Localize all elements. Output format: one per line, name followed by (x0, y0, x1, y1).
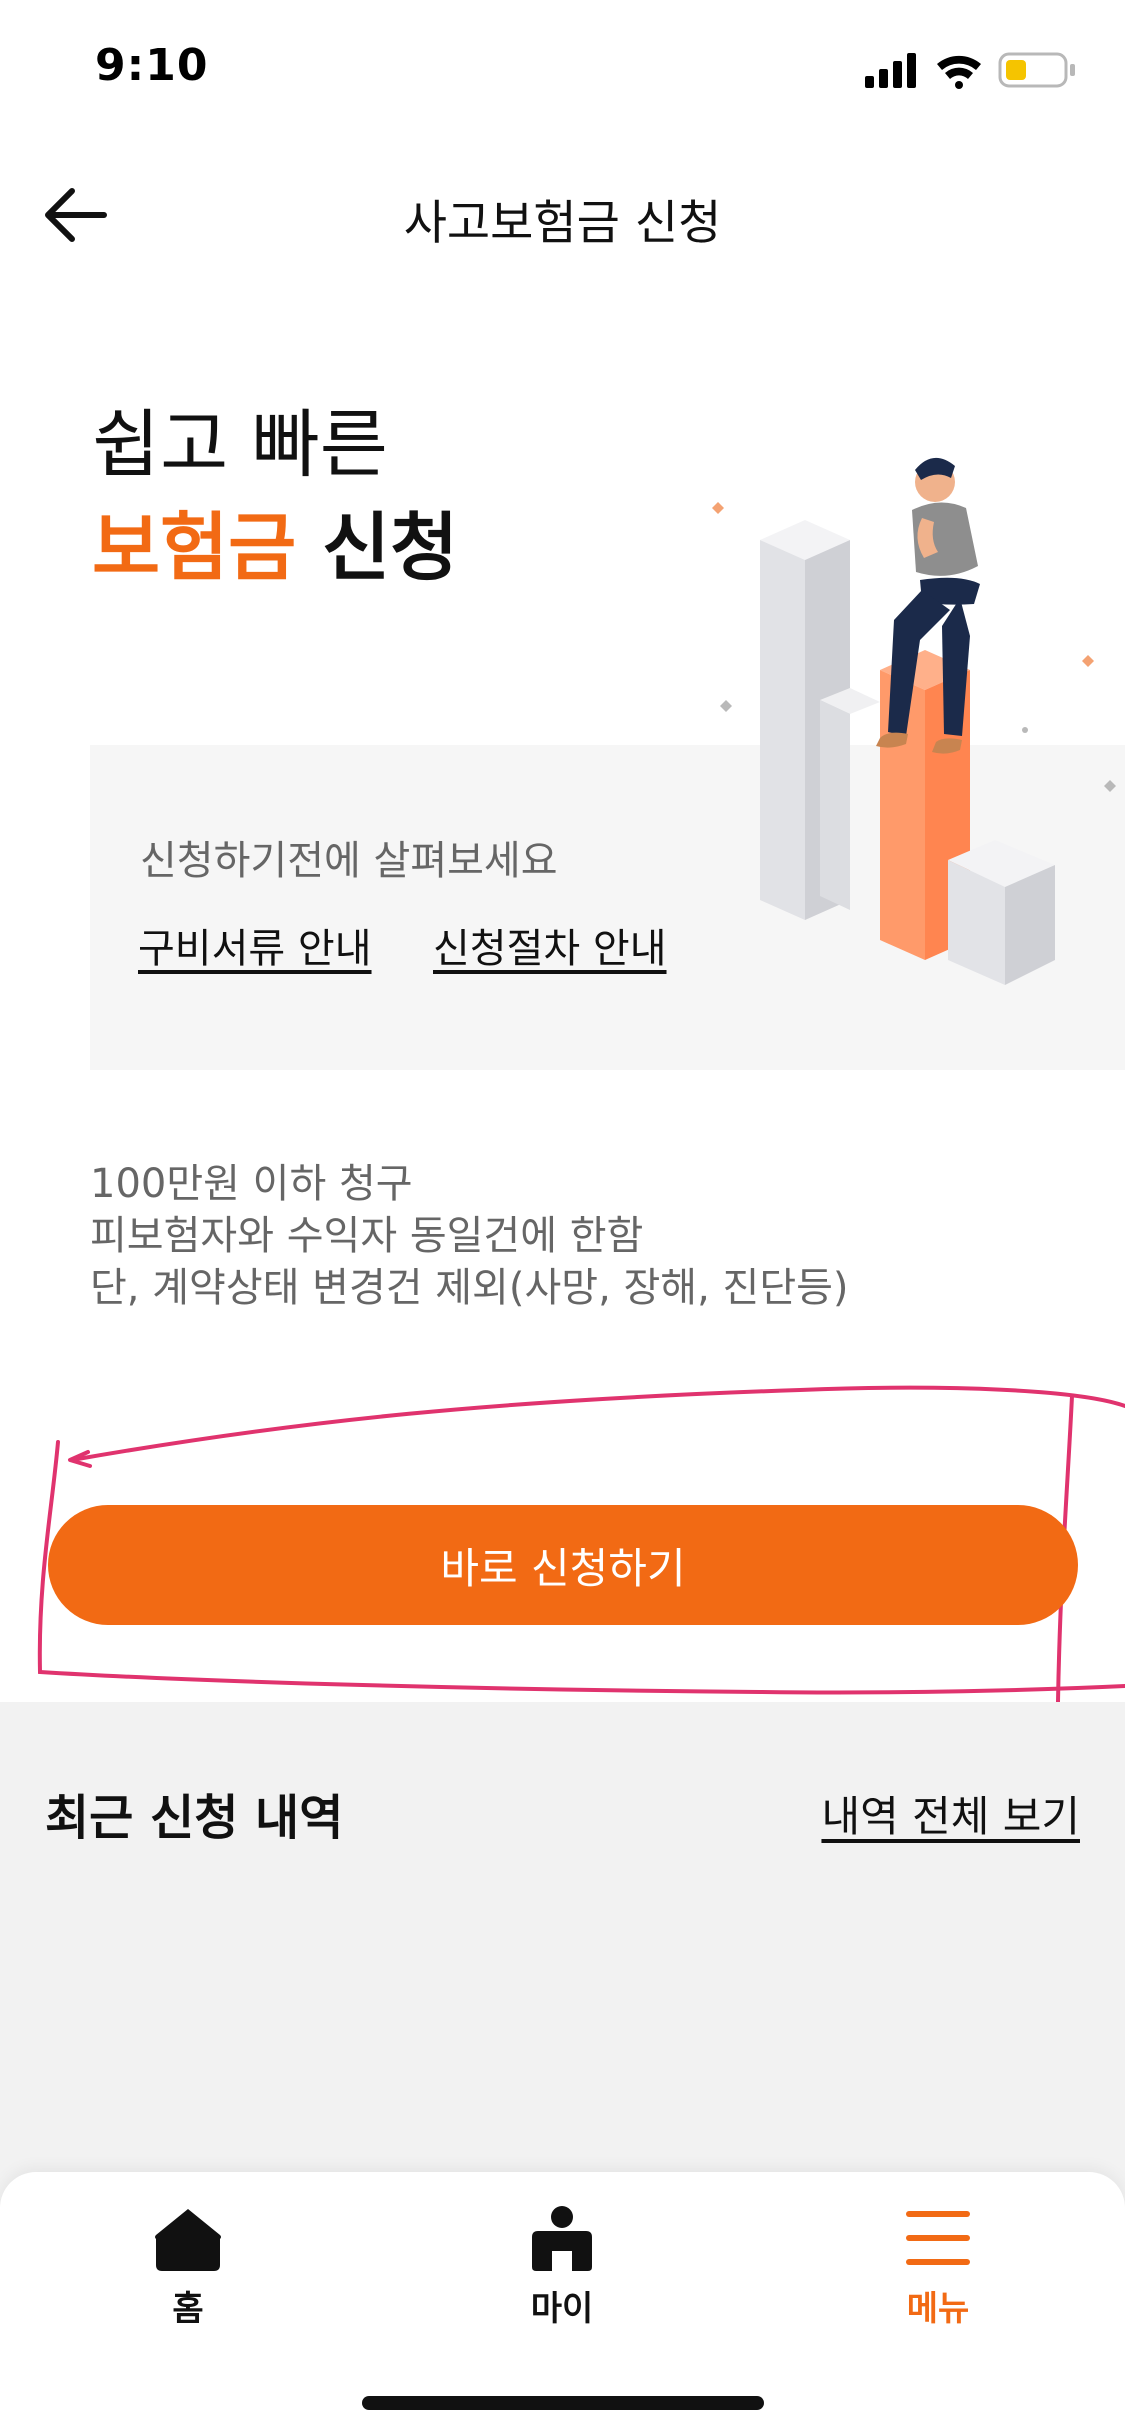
cellular-signal-icon (865, 53, 916, 88)
hero-title-line2: 보험금 신청 (92, 488, 458, 595)
nav-menu-label: 메뉴 (906, 2289, 970, 2329)
status-time: 9:10 (95, 40, 209, 91)
nav-my[interactable]: 마이 (462, 2205, 662, 2335)
application-procedure-link[interactable]: 신청절차 안내 (433, 916, 667, 974)
hamburger-menu-icon (906, 2211, 970, 2265)
apply-now-button[interactable]: 바로 신청하기 (48, 1505, 1078, 1625)
hero-title-line1: 쉽고 빠른 (92, 402, 388, 488)
view-all-history-link[interactable]: 내역 전체 보기 (821, 1783, 1080, 1844)
wifi-icon (937, 55, 981, 89)
hero-accent-text: 보험금 (92, 505, 297, 591)
nav-home-label: 홈 (172, 2289, 204, 2329)
nav-my-label: 마이 (530, 2289, 594, 2329)
hero-rest-text: 신청 (296, 505, 459, 591)
required-documents-link[interactable]: 구비서류 안내 (138, 916, 372, 974)
note-line: 피보험자와 수익자 동일건에 한함 (90, 1213, 644, 1259)
page-title: 사고보험금 신청 (403, 196, 722, 251)
note-line: 100만원 이하 청구 (90, 1161, 413, 1207)
person-on-bars-illustration (712, 457, 1116, 985)
info-card-hint: 신청하기전에 살펴보세요 (140, 838, 558, 884)
person-icon (532, 2206, 592, 2271)
status-icons (865, 52, 1075, 89)
battery-icon (998, 52, 1075, 88)
home-icon (155, 2209, 221, 2271)
note-line: 단, 계약상태 변경건 제외(사망, 장해, 진단등) (90, 1265, 849, 1311)
eligibility-notes: 100만원 이하 청구 피보험자와 수익자 동일건에 한함 단, 계약상태 변경… (90, 1158, 849, 1314)
home-indicator (362, 2396, 764, 2410)
nav-menu[interactable]: 메뉴 (838, 2205, 1038, 2335)
nav-home[interactable]: 홈 (88, 2205, 288, 2335)
recent-applications-title: 최근 신청 내역 (45, 1790, 344, 1846)
